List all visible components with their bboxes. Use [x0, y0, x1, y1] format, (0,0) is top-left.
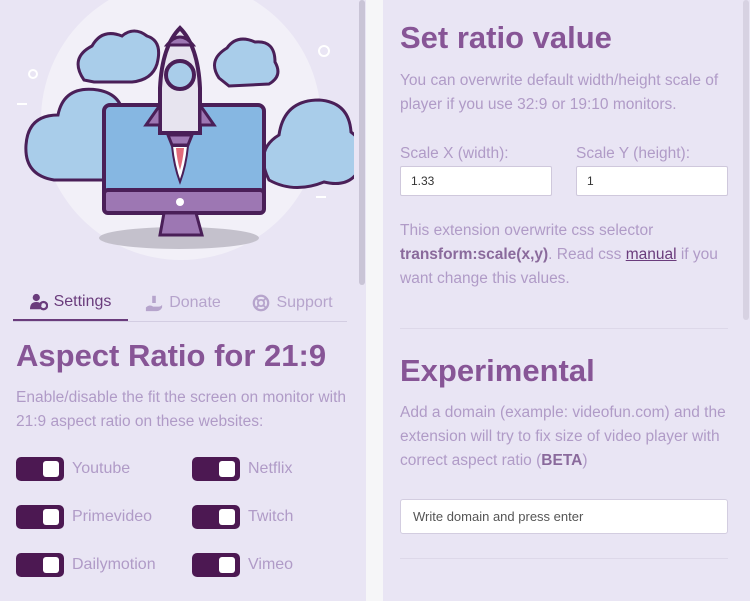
scale-y-label: Scale Y (height):	[576, 145, 691, 162]
experimental-title: Experimental	[400, 353, 595, 388]
domain-input[interactable]	[400, 499, 728, 534]
scale-x-label: Scale X (width):	[400, 145, 509, 162]
experimental-text-end: )	[582, 452, 588, 469]
site-toggle-twitch: Twitch	[192, 505, 293, 529]
tab-donate[interactable]: Donate	[128, 284, 238, 321]
toggle-label: Primevideo	[72, 508, 153, 525]
rocket-monitor-illustration	[17, 0, 354, 260]
toggle-label: Netflix	[248, 460, 293, 477]
section-divider	[400, 328, 728, 329]
toggle-label: Dailymotion	[72, 556, 156, 573]
tab-donate-label: Donate	[169, 293, 221, 311]
css-note-middle: . Read css	[548, 246, 626, 263]
ratio-title: Set ratio value	[400, 20, 612, 55]
tab-bar: Settings Donate Support	[13, 284, 347, 322]
site-toggle-netflix: Netflix	[192, 457, 292, 481]
beta-label: BETA	[541, 452, 583, 469]
settings-panel: Settings Donate Support Aspect Ratio for…	[0, 0, 366, 601]
left-scrollbar-thumb[interactable]	[359, 0, 365, 285]
tab-settings-label: Settings	[53, 292, 112, 310]
experimental-description: Add a domain (example: videofun.com) and…	[400, 401, 735, 473]
site-toggle-youtube: Youtube	[16, 457, 130, 481]
toggle-label: Twitch	[248, 508, 294, 525]
right-scrollbar-thumb[interactable]	[743, 0, 749, 320]
toggle-switch[interactable]	[16, 457, 64, 481]
tab-support-label: Support	[276, 293, 333, 311]
site-toggle-primevideo: Primevideo	[16, 505, 152, 529]
ratio-panel: Set ratio value You can overwrite defaul…	[383, 0, 750, 601]
settings-description: Enable/disable the fit the screen on mon…	[16, 389, 346, 430]
users-cog-icon	[29, 293, 48, 310]
toggle-switch[interactable]	[192, 505, 240, 529]
panel-gap	[366, 0, 383, 601]
scale-y-input[interactable]	[576, 166, 728, 196]
toggle-switch[interactable]	[192, 457, 240, 481]
page-title: Aspect Ratio for 21:9	[16, 338, 327, 373]
tab-support[interactable]: Support	[238, 284, 347, 321]
site-toggle-vimeo: Vimeo	[192, 553, 293, 577]
scale-x-input[interactable]	[400, 166, 552, 196]
toggle-switch[interactable]	[16, 505, 64, 529]
css-note-prefix: This extension overwrite css selector	[400, 222, 654, 239]
toggle-switch[interactable]	[16, 553, 64, 577]
hand-holding-icon	[146, 295, 163, 311]
site-toggle-dailymotion: Dailymotion	[16, 553, 156, 577]
toggle-label: Youtube	[72, 460, 131, 477]
toggle-label: Vimeo	[248, 556, 294, 573]
tab-settings[interactable]: Settings	[13, 284, 128, 321]
toggle-switch[interactable]	[192, 553, 240, 577]
life-ring-icon	[253, 294, 270, 311]
ratio-description: You can overwrite default width/height s…	[400, 72, 719, 113]
css-selector-text: transform:scale(x,y)	[400, 246, 549, 263]
section-divider	[400, 558, 728, 559]
css-note: This extension overwrite css selector tr…	[400, 219, 735, 291]
manual-link[interactable]: manual	[626, 246, 677, 263]
